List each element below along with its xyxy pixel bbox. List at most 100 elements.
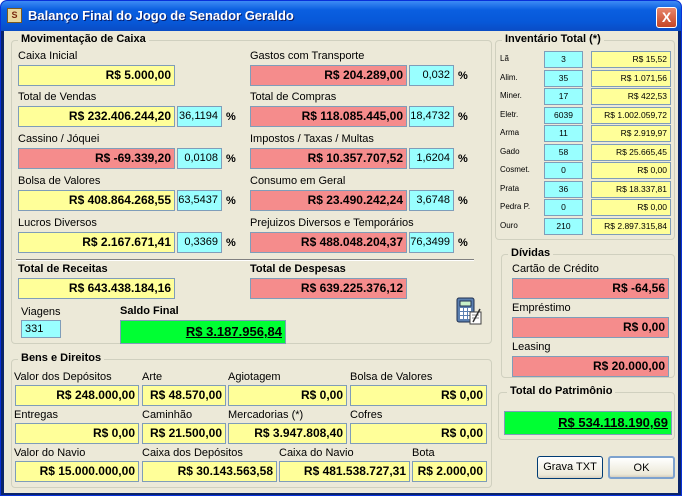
stock-label: Bolsa de Valores bbox=[18, 175, 101, 187]
trips-label: Viagens bbox=[21, 306, 61, 318]
losses-percent: 76,3499 bbox=[409, 232, 454, 253]
purchases-value: R$ 118.085.445,00 bbox=[250, 106, 407, 127]
debts-title: Dívidas bbox=[508, 247, 554, 259]
art-value: R$ 48.570,00 bbox=[142, 385, 226, 406]
loansharking-value: R$ 0,00 bbox=[228, 385, 347, 406]
leasing-label: Leasing bbox=[512, 341, 551, 353]
sales-label: Total de Vendas bbox=[18, 91, 97, 103]
inventory-item-quantity: 0 bbox=[544, 162, 583, 179]
inventory-item-quantity: 210 bbox=[544, 217, 583, 235]
stock-assets-label: Bolsa de Valores bbox=[350, 371, 433, 383]
inventory-item-label: Pedra P. bbox=[500, 202, 531, 211]
inventory-item-label: Eletr. bbox=[500, 109, 519, 119]
inventory-item-value: R$ 1.002.059,72 bbox=[591, 106, 671, 124]
percent-sign: % bbox=[226, 195, 236, 207]
inventory-item-label: Prata bbox=[500, 183, 520, 193]
percent-sign: % bbox=[458, 237, 468, 249]
ship-cash-value: R$ 481.538.727,31 bbox=[279, 461, 410, 482]
inventory-item-quantity: 0 bbox=[544, 199, 583, 216]
debts-group: Dívidas Cartão de Crédito R$ -64,56 Empr… bbox=[501, 247, 675, 378]
inventory-item-quantity: 58 bbox=[544, 143, 583, 161]
casino-percent: 0,0108 bbox=[177, 148, 222, 169]
inventory-item-value: R$ 18.337,81 bbox=[591, 180, 671, 198]
inventory-item-quantity: 6039 bbox=[544, 106, 583, 124]
inventory-item-quantity: 35 bbox=[544, 69, 583, 87]
profits-value: R$ 2.167.671,41 bbox=[18, 232, 175, 253]
deposit-cash-value: R$ 30.143.563,58 bbox=[142, 461, 277, 482]
net-worth-title: Total do Patrimônio bbox=[507, 385, 616, 397]
close-button[interactable]: X bbox=[656, 7, 677, 28]
boot-label: Bota bbox=[412, 447, 435, 459]
goods-value: R$ 3.947.808,40 bbox=[228, 423, 347, 444]
safes-value: R$ 0,00 bbox=[350, 423, 487, 444]
deposit-cash-label: Caixa dos Depósitos bbox=[142, 447, 243, 459]
inventory-item-quantity: 17 bbox=[544, 88, 583, 105]
consumption-label: Consumo em Geral bbox=[250, 175, 346, 187]
game-icon: S bbox=[7, 8, 22, 23]
initial-cash-label: Caixa Inicial bbox=[18, 50, 78, 62]
ship-cash-label: Caixa do Navio bbox=[279, 447, 354, 459]
boot-value: R$ 2.000,00 bbox=[412, 461, 487, 482]
profits-percent: 0,3369 bbox=[177, 232, 222, 253]
inventory-title: Inventário Total (*) bbox=[502, 33, 604, 45]
inventory-item-value: R$ 15,52 bbox=[591, 51, 671, 68]
percent-sign: % bbox=[458, 153, 468, 165]
credit-card-label: Cartão de Crédito bbox=[512, 263, 599, 275]
inventory-item-value: R$ 1.071,56 bbox=[591, 69, 671, 87]
final-balance-label: Saldo Final bbox=[120, 305, 179, 317]
loansharking-label: Agiotagem bbox=[228, 371, 281, 383]
sales-percent: 36,1194 bbox=[177, 106, 222, 127]
percent-sign: % bbox=[458, 111, 468, 123]
inventory-item-value: R$ 25.665,45 bbox=[591, 143, 671, 161]
inventory-item-value: R$ 2.919,97 bbox=[591, 125, 671, 142]
goods-label: Mercadorias (*) bbox=[228, 409, 304, 421]
credit-card-value: R$ -64,56 bbox=[512, 278, 669, 299]
expenses-total-label: Total de Despesas bbox=[250, 263, 346, 275]
safes-label: Cofres bbox=[350, 409, 383, 421]
stock-percent: 63,5437 bbox=[177, 190, 222, 211]
revenue-total-value: R$ 643.438.184,16 bbox=[18, 278, 175, 299]
inventory-item-value: R$ 422,53 bbox=[591, 88, 671, 105]
divider bbox=[16, 259, 474, 261]
deliveries-value: R$ 0,00 bbox=[15, 423, 139, 444]
inventory-item-value: R$ 2.897.315,84 bbox=[591, 217, 671, 235]
inventory-group: Inventário Total (*) Lã 3 R$ 15,52 Alim. 35 R… bbox=[495, 33, 675, 240]
taxes-value: R$ 10.357.707,52 bbox=[250, 148, 407, 169]
sales-value: R$ 232.406.244,20 bbox=[18, 106, 175, 127]
percent-sign: % bbox=[458, 195, 468, 207]
taxes-percent: 1,6204 bbox=[409, 148, 454, 169]
inventory-item-value: R$ 0,00 bbox=[591, 199, 671, 216]
inventory-item-quantity: 11 bbox=[544, 125, 583, 142]
app-window: S Balanço Final do Jogo de Senador Geral… bbox=[0, 0, 682, 496]
title-bar[interactable]: S Balanço Final do Jogo de Senador Geral… bbox=[1, 1, 681, 31]
ok-button[interactable]: OK bbox=[608, 456, 675, 479]
final-balance-value: R$ 3.187.956,84 bbox=[120, 320, 286, 344]
consumption-value: R$ 23.490.242,24 bbox=[250, 190, 407, 211]
expenses-total-value: R$ 639.225.376,12 bbox=[250, 278, 407, 299]
percent-sign: % bbox=[226, 237, 236, 249]
profits-label: Lucros Diversos bbox=[18, 217, 97, 229]
casino-label: Cassino / Jóquei bbox=[18, 133, 100, 145]
assets-title: Bens e Direitos bbox=[18, 352, 105, 364]
leasing-value: R$ 20.000,00 bbox=[512, 356, 669, 377]
stock-assets-value: R$ 0,00 bbox=[350, 385, 487, 406]
transport-value: R$ 204.289,00 bbox=[250, 65, 407, 86]
consumption-percent: 3,6748 bbox=[409, 190, 454, 211]
transport-percent: 0,032 bbox=[409, 65, 454, 86]
truck-label: Caminhão bbox=[142, 409, 193, 421]
ship-label: Valor do Navio bbox=[14, 447, 86, 459]
loan-value: R$ 0,00 bbox=[512, 317, 669, 338]
save-txt-button[interactable]: Grava TXT bbox=[537, 456, 603, 479]
truck-value: R$ 21.500,00 bbox=[142, 423, 226, 444]
ship-value: R$ 15.000.000,00 bbox=[15, 461, 139, 482]
calculator-icon[interactable] bbox=[454, 296, 484, 326]
dialog-body: Movimentação de Caixa Caixa Inicial R$ 5… bbox=[4, 31, 678, 493]
net-worth-value: R$ 534.118.190,69 bbox=[504, 411, 672, 435]
inventory-item-label: Ouro bbox=[500, 220, 518, 230]
inventory-item-label: Lã bbox=[500, 54, 509, 63]
inventory-item-label: Arma bbox=[500, 128, 520, 137]
deposits-label: Valor dos Depósitos bbox=[14, 371, 112, 383]
losses-label: Prejuizos Diversos e Temporários bbox=[250, 217, 414, 229]
deposits-value: R$ 248.000,00 bbox=[15, 385, 139, 406]
trips-value: 331 bbox=[21, 320, 61, 338]
